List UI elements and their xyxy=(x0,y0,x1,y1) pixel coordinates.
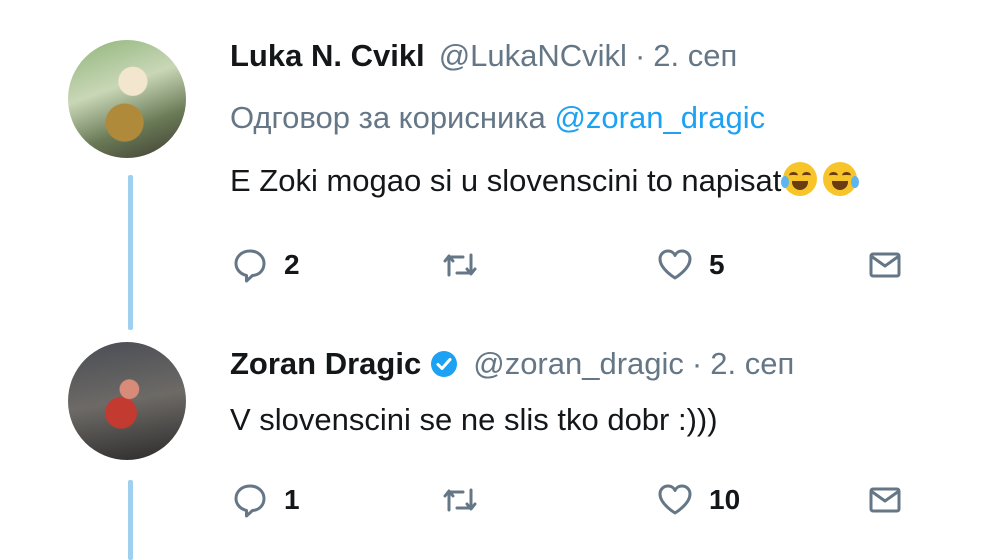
tweet-text-content: E Zoki mogao si u slovenscini to napisat xyxy=(230,163,782,198)
tweet-luka[interactable]: Luka N. Cvikl @LukaNCvikl · 2. сеп Одгов… xyxy=(0,0,1000,330)
tweet-date[interactable]: 2. сеп xyxy=(653,38,737,74)
author-handle[interactable]: @zoran_dragic xyxy=(473,346,684,382)
tweet-actions: 1 10 xyxy=(230,480,920,520)
direct-message-button[interactable] xyxy=(865,245,905,285)
replying-to-label: Одговор за корисника xyxy=(230,100,546,135)
replying-to: Одговор за корисника @zoran_dragic xyxy=(230,100,765,136)
reply-icon xyxy=(234,484,266,518)
reply-icon xyxy=(234,249,266,283)
separator-dot: · xyxy=(634,38,646,73)
tears-of-joy-emoji-icon xyxy=(781,162,818,196)
author-name[interactable]: Zoran Dragic xyxy=(230,346,421,382)
like-button[interactable]: 10 xyxy=(655,480,740,520)
verified-badge-icon xyxy=(431,351,458,377)
retweet-button[interactable] xyxy=(440,245,480,285)
tweet-actions: 2 5 xyxy=(230,245,920,285)
tweet-zoran[interactable]: Zoran Dragic @zoran_dragic · 2. сеп V sl… xyxy=(0,330,1000,560)
tweet-text: V slovenscini se ne slis tko dobr :))) xyxy=(230,402,718,438)
tweet-text: E Zoki mogao si u slovenscini to napisat xyxy=(230,162,860,199)
envelope-icon xyxy=(869,487,901,513)
reply-button[interactable]: 2 xyxy=(230,245,300,285)
envelope-icon xyxy=(869,252,901,278)
heart-icon xyxy=(658,484,692,515)
tweet-text-content: V slovenscini se ne slis tko dobr :))) xyxy=(230,402,718,437)
separator-dot: · xyxy=(691,346,703,381)
mention-link[interactable]: @zoran_dragic xyxy=(554,100,765,135)
author-handle[interactable]: @LukaNCvikl xyxy=(439,38,627,74)
reply-count: 1 xyxy=(284,484,300,515)
retweet-button[interactable] xyxy=(440,480,480,520)
tears-of-joy-emoji-icon xyxy=(823,162,860,196)
like-count: 5 xyxy=(709,249,725,280)
like-count: 10 xyxy=(709,484,741,515)
author-name[interactable]: Luka N. Cvikl xyxy=(230,38,425,74)
reply-count: 2 xyxy=(284,249,300,280)
tweet-date[interactable]: 2. сеп xyxy=(710,346,794,382)
avatar[interactable] xyxy=(68,40,186,158)
heart-icon xyxy=(658,249,692,280)
reply-button[interactable]: 1 xyxy=(230,480,300,520)
direct-message-button[interactable] xyxy=(865,480,905,520)
like-button[interactable]: 5 xyxy=(655,245,725,285)
tweet-header: Zoran Dragic @zoran_dragic · 2. сеп xyxy=(230,346,794,382)
retweet-icon xyxy=(443,488,477,512)
tweet-header: Luka N. Cvikl @LukaNCvikl · 2. сеп xyxy=(230,38,737,74)
avatar[interactable] xyxy=(68,342,186,460)
retweet-icon xyxy=(443,253,477,277)
